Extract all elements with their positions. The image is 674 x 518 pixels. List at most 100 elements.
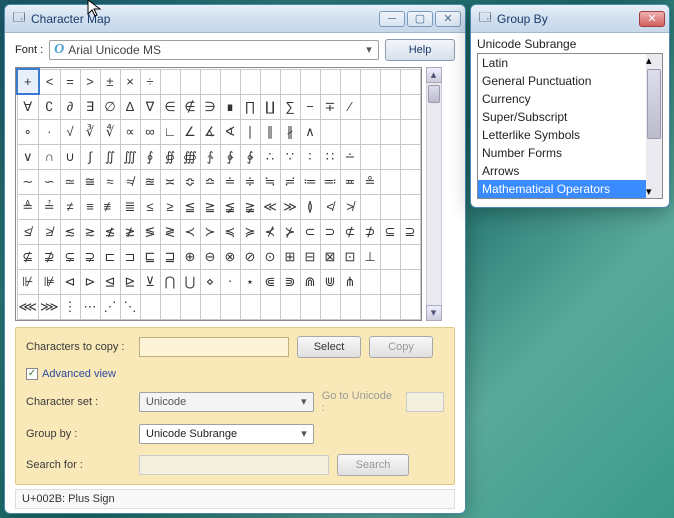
char-cell[interactable] [240,294,260,319]
char-cell[interactable]: ≵ [120,219,140,244]
char-cell[interactable] [380,269,400,294]
char-cell[interactable]: ≦ [180,194,200,219]
char-cell[interactable]: ≜ [17,194,39,219]
char-cell[interactable]: ⊻ [140,269,160,294]
char-cell[interactable]: ∃ [80,94,100,119]
char-cell[interactable]: ⊯ [39,269,61,294]
char-cell[interactable]: ⋑ [280,269,300,294]
char-cell[interactable]: ⊘ [240,244,260,269]
char-cell[interactable]: ⊟ [300,244,320,269]
char-cell[interactable]: ÷ [140,69,160,94]
char-cell[interactable]: ⋱ [120,294,140,319]
char-cell[interactable]: ⊃ [320,219,340,244]
char-cell[interactable]: ∁ [39,94,61,119]
char-cell[interactable]: ≯ [340,194,360,219]
char-cell[interactable] [380,244,400,269]
char-cell[interactable] [280,69,300,94]
char-cell[interactable]: ⊁ [280,219,300,244]
char-cell[interactable]: ⊮ [17,269,39,294]
scroll-thumb[interactable] [428,85,440,103]
list-item[interactable]: Mathematical Operators [478,180,646,198]
char-cell[interactable]: ∑ [280,94,300,119]
char-cell[interactable] [340,119,360,144]
char-cell[interactable]: ∶ [300,144,320,169]
char-cell[interactable] [400,269,420,294]
char-cell[interactable]: ∘ [17,119,39,144]
scroll-up-icon[interactable]: ▴ [646,54,662,67]
close-button[interactable]: ✕ [435,11,461,27]
char-cell[interactable]: ⊄ [340,219,360,244]
char-cell[interactable]: ⊲ [60,269,80,294]
char-cell[interactable] [400,244,420,269]
list-item[interactable]: Latin [478,54,646,72]
char-cell[interactable]: ⊕ [180,244,200,269]
char-cell[interactable] [380,119,400,144]
char-cell[interactable]: ≗ [360,169,380,194]
char-cell[interactable]: ⋯ [80,294,100,319]
char-cell[interactable]: ∥ [260,119,280,144]
char-cell[interactable]: ⋂ [160,269,180,294]
char-cell[interactable]: ∭ [120,144,140,169]
list-item[interactable]: Miscellaneous Technical [478,198,646,199]
char-cell[interactable]: ⊡ [340,244,360,269]
char-cell[interactable]: ≤ [140,194,160,219]
char-cell[interactable]: − [300,94,320,119]
char-cell[interactable]: ≠ [60,194,80,219]
char-cell[interactable]: ≕ [320,169,340,194]
char-cell[interactable]: ≮ [320,194,340,219]
char-cell[interactable] [200,294,220,319]
char-cell[interactable]: ≳ [80,219,100,244]
char-cell[interactable] [400,144,420,169]
char-cell[interactable]: ∫ [80,144,100,169]
char-cell[interactable]: ∰ [180,144,200,169]
char-cell[interactable] [360,119,380,144]
char-cell[interactable]: ≡ [80,194,100,219]
char-cell[interactable]: ⊵ [120,269,140,294]
char-cell[interactable]: ∕ [340,94,360,119]
char-cell[interactable]: ≈ [100,169,120,194]
char-cell[interactable]: ∇ [140,94,160,119]
char-cell[interactable]: ⋆ [240,269,260,294]
char-cell[interactable]: ∯ [160,144,180,169]
char-cell[interactable] [380,194,400,219]
copy-button[interactable]: Copy [369,336,433,358]
char-cell[interactable]: ⊙ [260,244,280,269]
char-cell[interactable] [400,119,420,144]
advanced-view-checkbox[interactable]: ✓ Advanced view [26,368,444,380]
char-cell[interactable] [400,194,420,219]
char-cell[interactable] [360,194,380,219]
char-cell[interactable]: × [120,69,140,94]
char-cell[interactable] [380,144,400,169]
select-button[interactable]: Select [297,336,361,358]
char-cell[interactable]: ∨ [17,144,39,169]
char-cell[interactable]: ≫ [280,194,300,219]
char-cell[interactable]: ∙ [39,119,61,144]
char-cell[interactable]: ≥ [160,194,180,219]
char-cell[interactable]: ⊏ [100,244,120,269]
list-scrollbar[interactable]: ▴ ▾ [646,54,662,198]
char-cell[interactable]: < [39,69,61,94]
char-cell[interactable]: ⊆ [380,219,400,244]
char-cell[interactable]: ⋃ [180,269,200,294]
char-cell[interactable]: √ [60,119,80,144]
char-cell[interactable]: ≱ [39,219,61,244]
group-close-button[interactable]: ✕ [639,11,665,27]
char-cell[interactable]: ⋐ [260,269,280,294]
char-cell[interactable]: ⋰ [100,294,120,319]
list-item[interactable]: Super/Subscript [478,108,646,126]
char-cell[interactable]: ∞ [140,119,160,144]
maximize-button[interactable]: ▢ [407,11,433,27]
titlebar[interactable]: 🗔 Character Map ─ ▢ ✕ [5,5,465,33]
char-cell[interactable]: ∅ [100,94,120,119]
char-cell[interactable]: ≒ [260,169,280,194]
char-cell[interactable]: ⊂ [300,219,320,244]
char-cell[interactable]: ≖ [340,169,360,194]
char-cell[interactable] [220,294,240,319]
char-cell[interactable]: ⊒ [160,244,180,269]
char-cell[interactable]: ⋄ [200,269,220,294]
scroll-down-icon[interactable]: ▾ [646,185,662,198]
char-cell[interactable]: ∣ [240,119,260,144]
char-cell[interactable]: ⊈ [17,244,39,269]
char-cell[interactable]: ≰ [17,219,39,244]
char-cell[interactable]: ≲ [60,219,80,244]
